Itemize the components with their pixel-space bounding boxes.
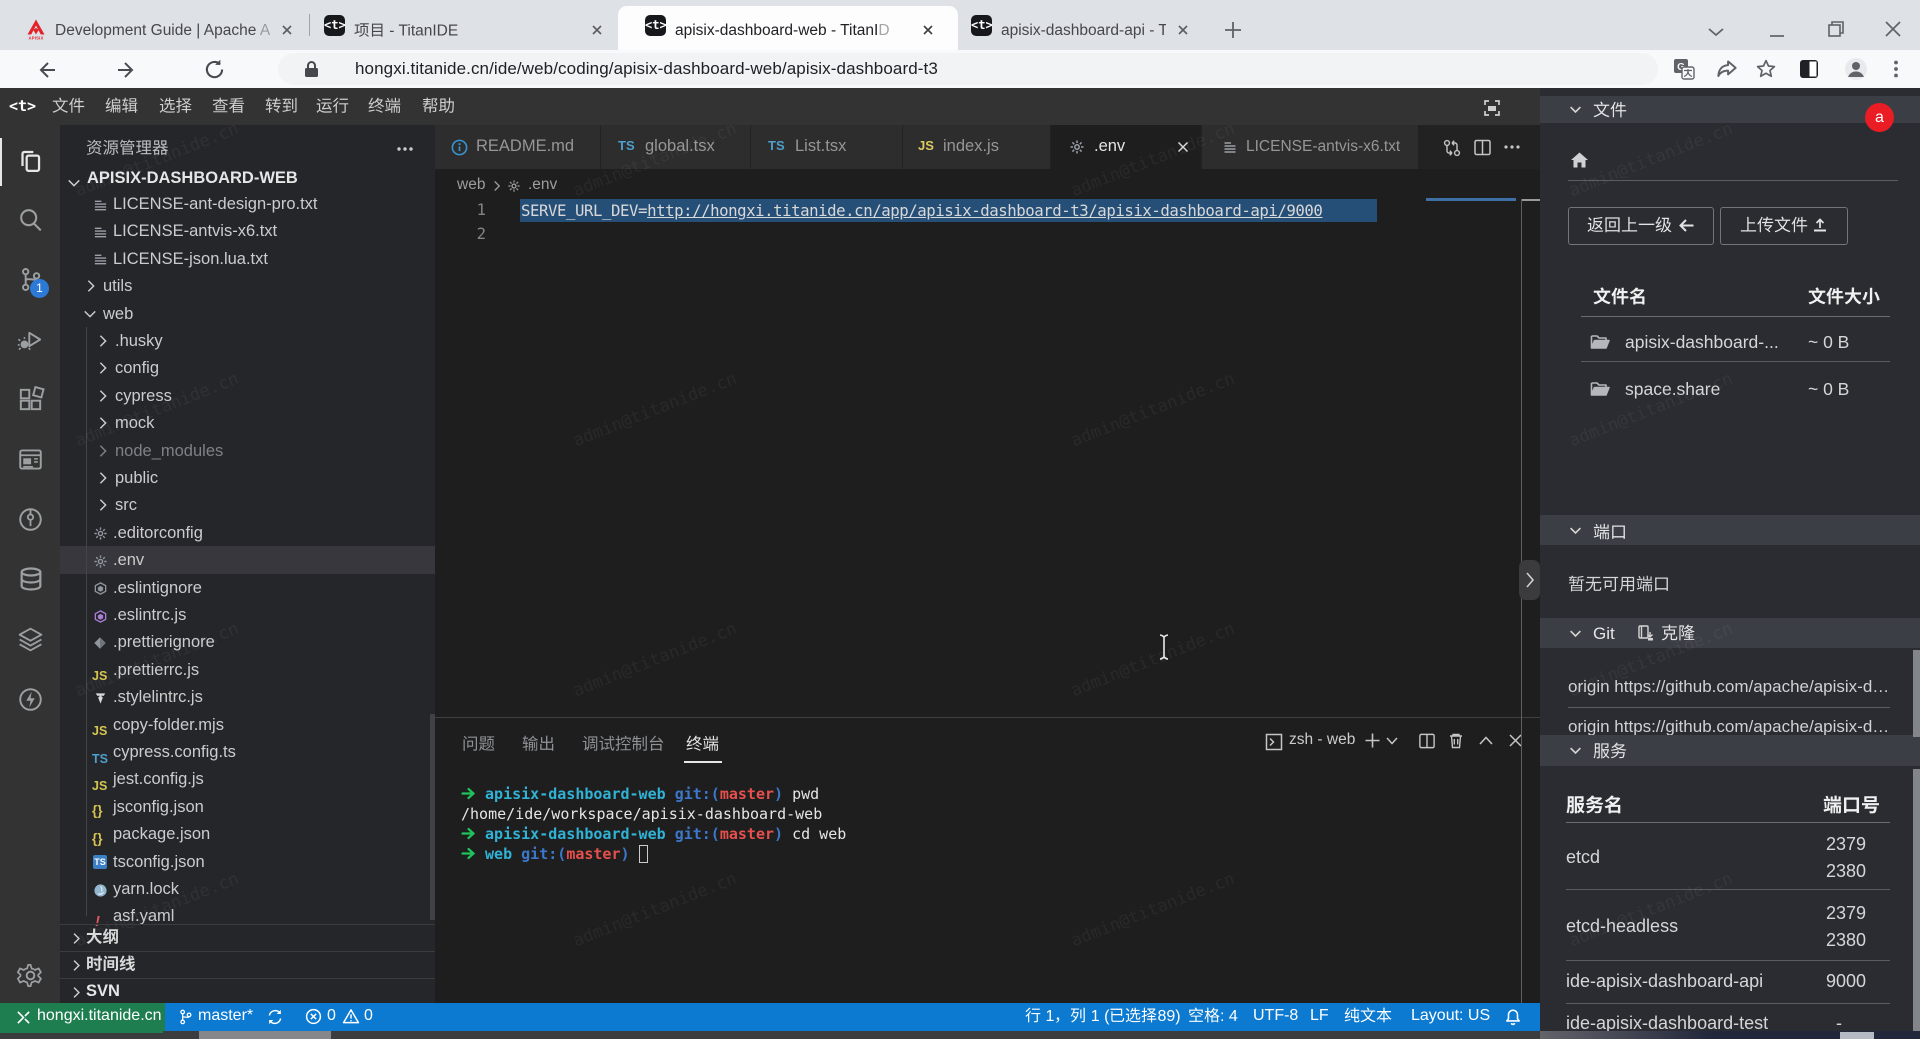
svg-text:APISIX: APISIX bbox=[29, 36, 44, 40]
